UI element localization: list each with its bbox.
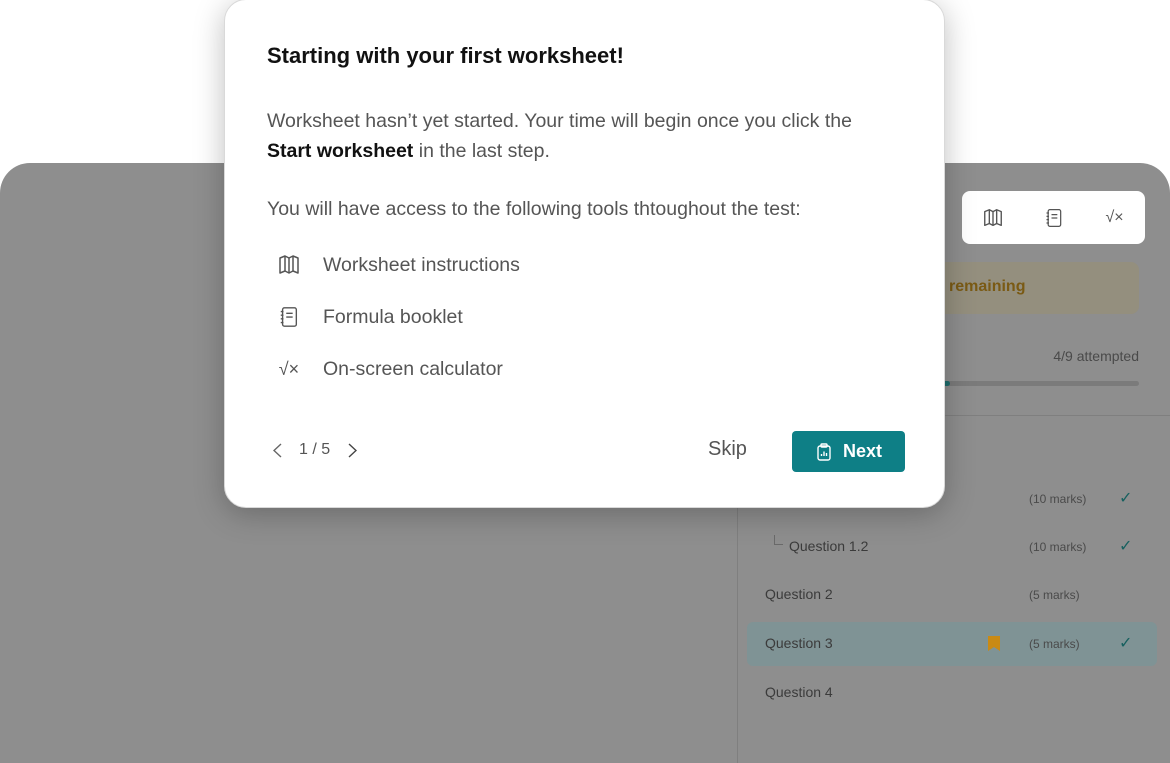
question-marks: (5 marks)	[1029, 588, 1080, 602]
chevron-left-icon	[272, 442, 281, 458]
dialog-description: Worksheet hasn’t yet started. Your time …	[267, 106, 897, 166]
page-indicator: 1 / 5	[299, 441, 331, 458]
bookmark-icon	[988, 636, 1000, 651]
check-icon: ✓	[1119, 635, 1133, 652]
onboarding-dialog: Starting with your first worksheet! Work…	[224, 0, 945, 508]
next-label: Next	[842, 441, 882, 461]
square-root-icon: √×	[278, 358, 300, 379]
previous-step-button[interactable]	[269, 439, 285, 461]
square-root-icon: √×	[1105, 208, 1124, 226]
map-icon	[279, 255, 299, 274]
tools-heading: You will have access to the following to…	[267, 198, 801, 220]
tools-toolbar: √×	[962, 191, 1145, 244]
question-name: Question 1.2	[789, 538, 869, 554]
check-icon: ✓	[1119, 490, 1133, 507]
check-icon: ✓	[1119, 538, 1133, 555]
tool-item-instructions: Worksheet instructions	[277, 252, 520, 278]
map-icon	[983, 208, 1002, 226]
dialog-title: Starting with your first worksheet!	[267, 43, 624, 68]
subquestion-branch-icon	[774, 535, 783, 545]
notebook-icon	[280, 307, 298, 327]
tool-label: Formula booklet	[323, 305, 463, 328]
question-row[interactable]: Question 2 (5 marks)	[747, 573, 1157, 617]
notebook-icon	[1046, 208, 1061, 227]
tool-label: On-screen calculator	[323, 357, 503, 380]
description-text: Worksheet hasn’t yet started. Your time …	[267, 110, 852, 132]
question-name: Question 3	[765, 635, 833, 651]
question-marks: (10 marks)	[1029, 492, 1087, 506]
tool-label: Worksheet instructions	[323, 253, 520, 276]
tool-item-calculator: √× On-screen calculator	[277, 356, 503, 382]
calculator-button[interactable]: √×	[1100, 203, 1130, 233]
question-row[interactable]: Question 4	[747, 671, 1157, 715]
time-remaining-label: remaining	[949, 278, 1026, 295]
formula-booklet-button[interactable]	[1039, 203, 1069, 233]
tool-item-formula-booklet: Formula booklet	[277, 304, 463, 330]
attempted-count: 4/9 attempted	[1053, 348, 1139, 364]
skip-button[interactable]: Skip	[708, 438, 747, 461]
description-text-end: in the last step.	[413, 140, 550, 162]
chevron-right-icon	[348, 442, 357, 458]
clipboard-chart-icon	[817, 442, 831, 461]
question-row[interactable]: Question 1.2 (10 marks) ✓	[747, 525, 1157, 569]
next-button[interactable]: Next	[792, 431, 905, 472]
question-name: Question 2	[765, 586, 833, 602]
next-step-chevron[interactable]	[344, 439, 360, 461]
question-marks: (10 marks)	[1029, 540, 1087, 554]
start-worksheet-emphasis: Start worksheet	[267, 140, 414, 162]
question-row-active[interactable]: Question 3 (5 marks) ✓	[747, 622, 1157, 666]
question-marks: (5 marks)	[1029, 637, 1080, 651]
worksheet-instructions-button[interactable]	[978, 203, 1008, 233]
question-name: Question 4	[765, 684, 833, 700]
pager: 1 / 5	[269, 439, 360, 461]
